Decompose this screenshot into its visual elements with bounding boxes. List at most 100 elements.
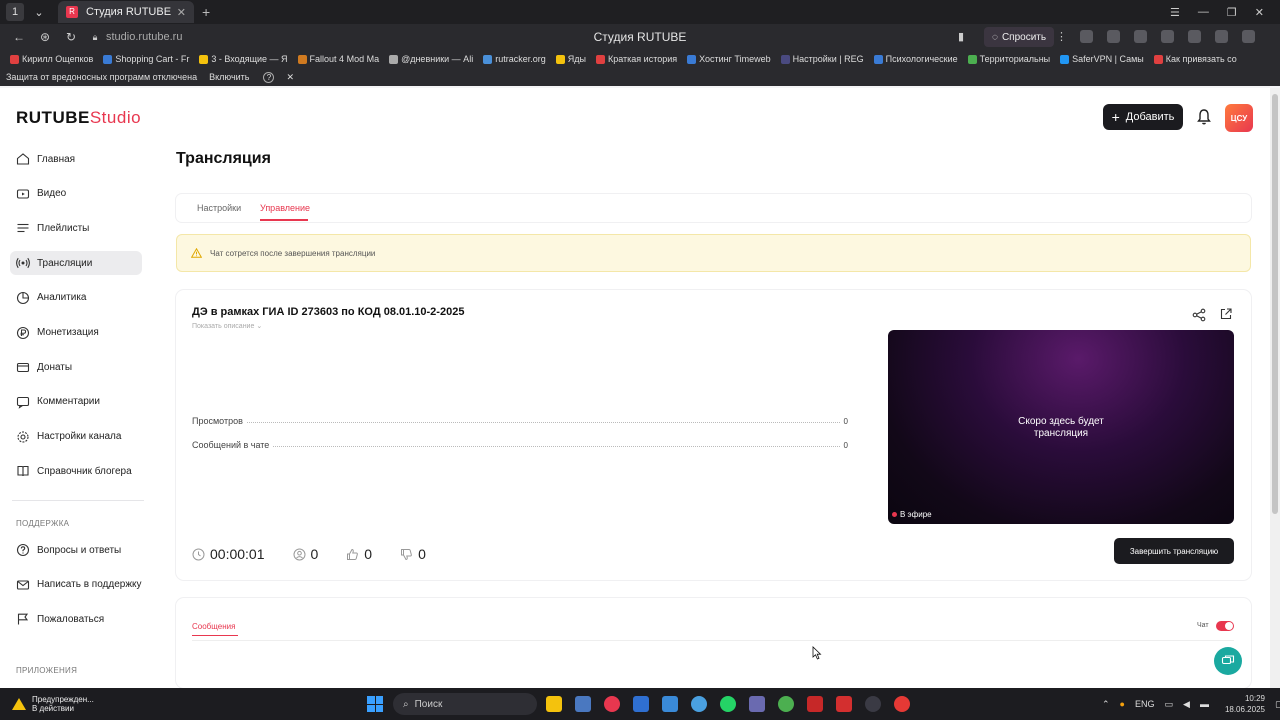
taskbar-search[interactable]: ⌕ Поиск [393,693,537,715]
network-icon[interactable]: ▭ [1165,699,1174,710]
bookmark-item[interactable]: Психологические [873,54,958,64]
file-explorer-icon[interactable] [546,696,562,712]
more-icon[interactable]: ⋮ [1056,30,1067,43]
app-icon[interactable] [633,696,649,712]
bookmark-item[interactable]: Краткая история [595,54,677,64]
download-icon[interactable] [1242,30,1255,43]
extension-icon[interactable] [1161,30,1174,43]
tab-messages[interactable]: Сообщения [192,622,235,631]
language-indicator[interactable]: ENG [1135,699,1155,709]
tray-chevron-up-icon[interactable]: ⌃ [1102,699,1110,710]
sidebar-item[interactable]: Монетизация [10,321,142,345]
bookmark-item[interactable]: Кирилл Ощепков [10,54,93,64]
bookmark-item[interactable]: Настройки | REG [780,54,864,64]
app-icon[interactable] [807,696,823,712]
windows-start-icon[interactable] [367,696,383,712]
app-icon[interactable] [749,696,765,712]
tab-settings[interactable]: Настройки [197,203,241,213]
end-stream-button[interactable]: Завершить трансляцию [1114,538,1234,564]
sidebar-item[interactable]: Справочник блогера [10,459,142,483]
bookmark-icon[interactable]: ▮ [958,30,964,43]
close-infobar-icon[interactable]: ✕ [286,72,294,83]
bookmark-item[interactable]: Как привязать со [1153,54,1237,64]
sidebar-item[interactable]: Плейлисты [10,216,142,240]
new-tab-icon[interactable]: + [202,4,210,20]
sidebar-item[interactable]: Пожаловаться [10,607,142,631]
bookmark-item[interactable]: Яды [555,54,586,64]
warning-icon [191,248,202,258]
sidebar-item-label: Пожаловаться [37,613,105,625]
app-icon[interactable] [691,696,707,712]
browser-tab[interactable]: R Студия RUTUBE ✕ [58,1,194,23]
battery-icon[interactable]: ▬ [1200,699,1209,709]
whatsapp-icon[interactable] [720,696,736,712]
app-icon[interactable] [575,696,591,712]
chrome-icon[interactable] [778,696,794,712]
bookmark-item[interactable]: Shopping Cart - Fr [103,54,189,64]
ask-button[interactable]: ◌ Спросить [984,27,1055,47]
show-description-link[interactable]: Показать описание ⌄ [192,322,262,330]
sidebar-item[interactable]: Комментарии [10,390,142,414]
bookmark-item[interactable]: Хостинг Timeweb [687,54,771,64]
help-icon[interactable]: ? [263,71,275,83]
sidebar-item[interactable]: Аналитика [10,286,142,310]
back-icon[interactable]: ← [12,30,26,44]
add-button[interactable]: + Добавить [1103,104,1183,130]
clock[interactable]: 10:29 18.06.2025 [1225,693,1265,715]
avatar[interactable]: ЦСУ [1225,104,1253,132]
bookmark-item[interactable]: rutracker.org [483,54,546,64]
profile-icon[interactable]: 1 [6,3,24,21]
puzzle-icon[interactable] [1188,30,1201,43]
bookmark-item[interactable]: 3 - Входящие — Я [199,54,288,64]
minimize-icon[interactable]: — [1198,6,1209,19]
extension-icon[interactable] [1134,30,1147,43]
preview-line-1: Скоро здесь будет [1018,416,1104,427]
share-icon[interactable] [1192,308,1206,322]
menu-icon[interactable]: ☰ [1170,6,1180,19]
clock-time: 10:29 [1244,694,1265,703]
sidebar-icon[interactable] [1215,30,1228,43]
rutube-studio-logo[interactable]: RUTUBEStudio [16,108,141,128]
url-field[interactable]: studio.rutube.ru [106,31,182,43]
enable-protection-button[interactable]: Включить [209,72,249,82]
bell-icon[interactable] [1196,108,1212,126]
ya-icon[interactable]: ⊛ [38,30,52,44]
sidebar-item[interactable]: Написать в поддержку [10,573,142,597]
volume-icon[interactable]: ◀ [1183,699,1190,710]
maximize-icon[interactable]: ❐ [1227,6,1237,19]
stream-preview[interactable]: Скоро здесь будет трансляция В эфире [888,330,1234,524]
chat-toggle[interactable] [1216,621,1234,631]
sidebar-item[interactable]: Донаты [10,355,142,379]
close-window-icon[interactable]: ✕ [1255,6,1264,19]
tabs-menu-icon[interactable]: ⌄ [30,3,48,21]
close-tab-icon[interactable]: ✕ [177,6,186,19]
question-icon [16,543,30,557]
help-chat-button[interactable] [1214,647,1242,675]
acrobat-icon[interactable] [836,696,852,712]
steam-icon[interactable] [865,696,881,712]
reload-icon[interactable]: ↻ [64,30,78,44]
scrollbar-thumb[interactable] [1272,94,1278,514]
sidebar-item[interactable]: Трансляции [10,251,142,276]
tab-management[interactable]: Управление [260,203,310,213]
bookmark-item[interactable]: SaferVPN | Самы [1060,54,1144,64]
ask-icon: ◌ [992,31,998,43]
notification-icon[interactable]: ▢ [1275,699,1280,710]
microphone-icon[interactable]: ● [1120,699,1125,709]
app-icon[interactable] [662,696,678,712]
sidebar-item[interactable]: Видео [10,182,142,206]
sidebar-item[interactable]: Вопросы и ответы [10,538,142,562]
extension-icon[interactable] [1107,30,1120,43]
sidebar-item[interactable]: Настройки канала [10,425,142,449]
windows-taskbar: Предупрежден... В действии ⌕ Поиск ⌃ ● E… [0,688,1280,720]
page-scrollbar[interactable] [1270,88,1280,688]
bookmark-item[interactable]: @дневники — Ali [389,54,473,64]
bookmark-item[interactable]: Fallout 4 Mod Ma [297,54,379,64]
shield-extension-icon[interactable] [1080,30,1093,43]
security-notice[interactable]: Предупрежден... В действии [12,695,94,713]
sidebar-item[interactable]: Главная [10,147,142,171]
bookmark-item[interactable]: Территориальны [967,54,1050,64]
yandex-browser-icon[interactable] [604,696,620,712]
app-icon[interactable] [894,696,910,712]
external-link-icon[interactable] [1220,308,1232,320]
